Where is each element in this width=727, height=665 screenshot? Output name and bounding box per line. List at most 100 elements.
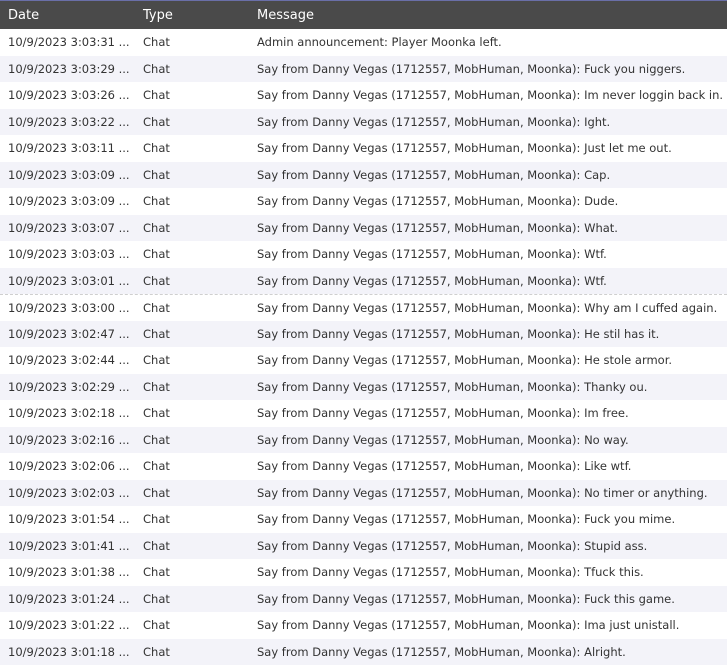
row-message-cell: Say from Danny Vegas (1712557, MobHuman,…: [250, 247, 727, 261]
table-row[interactable]: 10/9/2023 3:01:38 ...ChatSay from Danny …: [0, 559, 727, 586]
column-header-message[interactable]: Message: [250, 8, 727, 23]
row-date-cell: 10/9/2023 3:03:31 ...: [0, 35, 135, 49]
table-row[interactable]: 10/9/2023 3:03:09 ...ChatSay from Danny …: [0, 162, 727, 189]
row-message-cell: Say from Danny Vegas (1712557, MobHuman,…: [250, 539, 727, 553]
row-date-cell: 10/9/2023 3:03:26 ...: [0, 88, 135, 102]
table-row[interactable]: 10/9/2023 3:02:44 ...ChatSay from Danny …: [0, 347, 727, 374]
row-type-cell: Chat: [135, 539, 250, 553]
row-message-cell: Say from Danny Vegas (1712557, MobHuman,…: [250, 380, 727, 394]
row-message-cell: Say from Danny Vegas (1712557, MobHuman,…: [250, 592, 727, 606]
row-message-cell: Say from Danny Vegas (1712557, MobHuman,…: [250, 645, 727, 659]
row-date-cell: 10/9/2023 3:03:29 ...: [0, 62, 135, 76]
table-row[interactable]: 10/9/2023 3:02:06 ...ChatSay from Danny …: [0, 453, 727, 480]
row-date-cell: 10/9/2023 3:01:38 ...: [0, 565, 135, 579]
row-message-cell: Say from Danny Vegas (1712557, MobHuman,…: [250, 221, 727, 235]
row-date-cell: 10/9/2023 3:03:07 ...: [0, 221, 135, 235]
row-type-cell: Chat: [135, 221, 250, 235]
row-message-cell: Say from Danny Vegas (1712557, MobHuman,…: [250, 406, 727, 420]
row-type-cell: Chat: [135, 512, 250, 526]
row-date-cell: 10/9/2023 3:03:09 ...: [0, 194, 135, 208]
row-message-cell: Say from Danny Vegas (1712557, MobHuman,…: [250, 274, 727, 288]
table-row[interactable]: 10/9/2023 3:01:54 ...ChatSay from Danny …: [0, 506, 727, 533]
table-row[interactable]: 10/9/2023 3:02:47 ...ChatSay from Danny …: [0, 321, 727, 348]
row-date-cell: 10/9/2023 3:03:11 ...: [0, 141, 135, 155]
row-date-cell: 10/9/2023 3:01:18 ...: [0, 645, 135, 659]
row-date-cell: 10/9/2023 3:01:41 ...: [0, 539, 135, 553]
row-date-cell: 10/9/2023 3:02:16 ...: [0, 433, 135, 447]
chat-log-table: Date Type Message 10/9/2023 3:03:31 ...C…: [0, 0, 727, 665]
row-type-cell: Chat: [135, 618, 250, 632]
row-type-cell: Chat: [135, 168, 250, 182]
table-row[interactable]: 10/9/2023 3:01:18 ...ChatSay from Danny …: [0, 639, 727, 665]
row-type-cell: Chat: [135, 327, 250, 341]
table-row[interactable]: 10/9/2023 3:03:22 ...ChatSay from Danny …: [0, 109, 727, 136]
row-date-cell: 10/9/2023 3:03:01 ...: [0, 274, 135, 288]
row-message-cell: Say from Danny Vegas (1712557, MobHuman,…: [250, 512, 727, 526]
row-date-cell: 10/9/2023 3:03:00 ...: [0, 301, 135, 315]
row-message-cell: Say from Danny Vegas (1712557, MobHuman,…: [250, 301, 727, 315]
row-type-cell: Chat: [135, 486, 250, 500]
row-type-cell: Chat: [135, 194, 250, 208]
row-type-cell: Chat: [135, 301, 250, 315]
row-message-cell: Say from Danny Vegas (1712557, MobHuman,…: [250, 88, 727, 102]
row-type-cell: Chat: [135, 274, 250, 288]
row-type-cell: Chat: [135, 565, 250, 579]
table-row[interactable]: 10/9/2023 3:01:22 ...ChatSay from Danny …: [0, 612, 727, 639]
table-row[interactable]: 10/9/2023 3:03:11 ...ChatSay from Danny …: [0, 135, 727, 162]
row-message-cell: Say from Danny Vegas (1712557, MobHuman,…: [250, 618, 727, 632]
row-date-cell: 10/9/2023 3:02:18 ...: [0, 406, 135, 420]
row-date-cell: 10/9/2023 3:01:22 ...: [0, 618, 135, 632]
row-date-cell: 10/9/2023 3:02:03 ...: [0, 486, 135, 500]
row-type-cell: Chat: [135, 88, 250, 102]
row-message-cell: Say from Danny Vegas (1712557, MobHuman,…: [250, 62, 727, 76]
table-row[interactable]: 10/9/2023 3:03:09 ...ChatSay from Danny …: [0, 188, 727, 215]
row-date-cell: 10/9/2023 3:02:47 ...: [0, 327, 135, 341]
table-row[interactable]: 10/9/2023 3:03:00 ...ChatSay from Danny …: [0, 294, 727, 321]
row-message-cell: Say from Danny Vegas (1712557, MobHuman,…: [250, 194, 727, 208]
table-row[interactable]: 10/9/2023 3:02:03 ...ChatSay from Danny …: [0, 480, 727, 507]
row-date-cell: 10/9/2023 3:03:03 ...: [0, 247, 135, 261]
table-row[interactable]: 10/9/2023 3:02:16 ...ChatSay from Danny …: [0, 427, 727, 454]
table-row[interactable]: 10/9/2023 3:03:03 ...ChatSay from Danny …: [0, 241, 727, 268]
row-type-cell: Chat: [135, 380, 250, 394]
column-header-type[interactable]: Type: [135, 8, 250, 23]
row-message-cell: Say from Danny Vegas (1712557, MobHuman,…: [250, 353, 727, 367]
table-row[interactable]: 10/9/2023 3:03:26 ...ChatSay from Danny …: [0, 82, 727, 109]
table-row[interactable]: 10/9/2023 3:03:07 ...ChatSay from Danny …: [0, 215, 727, 242]
row-message-cell: Say from Danny Vegas (1712557, MobHuman,…: [250, 115, 727, 129]
row-date-cell: 10/9/2023 3:02:29 ...: [0, 380, 135, 394]
table-row[interactable]: 10/9/2023 3:01:24 ...ChatSay from Danny …: [0, 586, 727, 613]
row-date-cell: 10/9/2023 3:02:44 ...: [0, 353, 135, 367]
table-header: Date Type Message: [0, 0, 727, 29]
table-row[interactable]: 10/9/2023 3:03:31 ...ChatAdmin announcem…: [0, 29, 727, 56]
row-message-cell: Say from Danny Vegas (1712557, MobHuman,…: [250, 565, 727, 579]
row-type-cell: Chat: [135, 459, 250, 473]
row-type-cell: Chat: [135, 592, 250, 606]
table-row[interactable]: 10/9/2023 3:02:29 ...ChatSay from Danny …: [0, 374, 727, 401]
row-type-cell: Chat: [135, 35, 250, 49]
row-message-cell: Say from Danny Vegas (1712557, MobHuman,…: [250, 486, 727, 500]
row-type-cell: Chat: [135, 247, 250, 261]
row-type-cell: Chat: [135, 141, 250, 155]
row-date-cell: 10/9/2023 3:03:09 ...: [0, 168, 135, 182]
table-row[interactable]: 10/9/2023 3:03:29 ...ChatSay from Danny …: [0, 56, 727, 83]
row-message-cell: Say from Danny Vegas (1712557, MobHuman,…: [250, 459, 727, 473]
row-date-cell: 10/9/2023 3:01:24 ...: [0, 592, 135, 606]
row-type-cell: Chat: [135, 406, 250, 420]
row-date-cell: 10/9/2023 3:02:06 ...: [0, 459, 135, 473]
row-type-cell: Chat: [135, 115, 250, 129]
row-message-cell: Say from Danny Vegas (1712557, MobHuman,…: [250, 327, 727, 341]
table-row[interactable]: 10/9/2023 3:01:41 ...ChatSay from Danny …: [0, 533, 727, 560]
row-date-cell: 10/9/2023 3:03:22 ...: [0, 115, 135, 129]
column-header-date[interactable]: Date: [0, 8, 135, 23]
table-row[interactable]: 10/9/2023 3:03:01 ...ChatSay from Danny …: [0, 268, 727, 295]
row-message-cell: Admin announcement: Player Moonka left.: [250, 35, 727, 49]
row-message-cell: Say from Danny Vegas (1712557, MobHuman,…: [250, 433, 727, 447]
row-type-cell: Chat: [135, 62, 250, 76]
row-type-cell: Chat: [135, 433, 250, 447]
table-row[interactable]: 10/9/2023 3:02:18 ...ChatSay from Danny …: [0, 400, 727, 427]
row-message-cell: Say from Danny Vegas (1712557, MobHuman,…: [250, 168, 727, 182]
row-date-cell: 10/9/2023 3:01:54 ...: [0, 512, 135, 526]
row-type-cell: Chat: [135, 645, 250, 659]
row-type-cell: Chat: [135, 353, 250, 367]
